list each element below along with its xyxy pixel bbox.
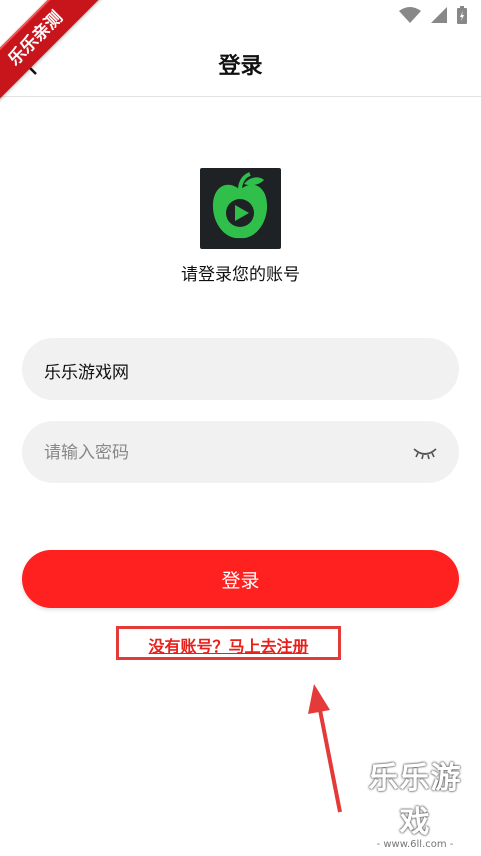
password-field-wrapper bbox=[22, 421, 459, 485]
status-icons bbox=[399, 6, 467, 28]
login-prompt: 请登录您的账号 bbox=[181, 265, 300, 285]
watermark-url: - www.6ll.com - bbox=[376, 839, 454, 850]
wifi-icon bbox=[399, 7, 421, 27]
password-visibility-toggle[interactable] bbox=[411, 441, 439, 463]
watermark: 乐乐游戏 - www.6ll.com - bbox=[355, 753, 475, 850]
username-input[interactable] bbox=[42, 338, 406, 402]
register-link[interactable]: 没有账号？马上去注册 bbox=[119, 633, 338, 657]
register-highlight-box: 没有账号？马上去注册 bbox=[116, 626, 341, 660]
password-input[interactable] bbox=[42, 421, 406, 485]
username-field-wrapper bbox=[22, 338, 459, 402]
eye-closed-icon bbox=[411, 448, 439, 467]
app-logo bbox=[200, 168, 281, 249]
watermark-title: 乐乐游戏 bbox=[368, 761, 462, 840]
apple-play-icon bbox=[212, 172, 268, 239]
page-title: 登录 bbox=[218, 54, 263, 79]
login-button[interactable]: 登录 bbox=[22, 550, 459, 608]
signal-icon bbox=[431, 7, 447, 27]
annotation-arrow-icon bbox=[296, 680, 356, 820]
app-header: 登录 bbox=[0, 32, 481, 97]
battery-icon bbox=[457, 6, 467, 28]
